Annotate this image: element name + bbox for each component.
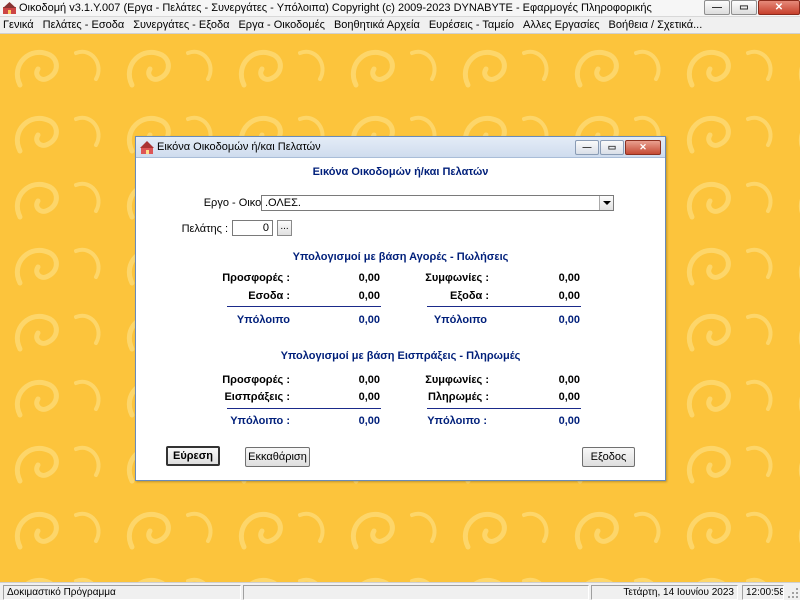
project-select[interactable]: .ΟΛΕΣ. [261,195,614,211]
s2-offers-value: 0,00 [358,374,380,386]
customer-lookup-button[interactable]: ... [277,220,292,236]
section1-heading: Υπολογισμοί με βάση Αγορές - Πωλήσεις [292,251,509,263]
status-message: Δοκιμαστικό Πρόγραμμα [3,585,241,600]
minimize-button[interactable]: — [704,0,730,15]
menu-help-about[interactable]: Βοήθεια / Σχετικά... [606,17,706,33]
customer-label: Πελάτης : [181,223,228,235]
s1-right-balance-label: Υπόλοιπο [433,314,487,326]
s2-receipts-value: 0,00 [358,391,380,403]
s1-agreements-label: Συμφωνίες : [425,272,489,284]
s1-right-balance-value: 0,00 [558,314,580,326]
dialog-close-button[interactable]: ✕ [625,140,661,155]
app-title-bar[interactable]: Οικοδομή v3.1.Y.007 (Εργα - Πελάτες - Συ… [0,0,800,17]
menu-bar: Γενικά Πελάτες - Εσοδα Συνεργάτες - Εξοδ… [0,17,800,34]
s2-right-divider [427,408,581,409]
maximize-button[interactable]: ▭ [731,0,757,15]
s2-offers-label: Προσφορές : [222,374,290,386]
menu-other-tasks[interactable]: Αλλες Εργασίες [520,17,603,33]
resize-grip-icon[interactable] [787,587,799,599]
s1-income-value: 0,00 [358,290,380,302]
status-date: Τετάρτη, 14 Ιουνίου 2023 [591,585,738,600]
s1-expenses-label: Εξοδα : [450,290,489,302]
s1-left-balance-label: Υπόλοιπο [236,314,290,326]
menu-search-cashier[interactable]: Ευρέσεις - Ταμείο [426,17,517,33]
app-title: Οικοδομή v3.1.Y.007 (Εργα - Πελάτες - Συ… [19,2,652,14]
s2-left-balance-label: Υπόλοιπο : [230,415,290,427]
customer-code-input[interactable]: 0 [232,220,273,236]
s2-right-balance-label: Υπόλοιπο : [427,415,487,427]
dialog-icon [140,141,154,154]
close-icon: ✕ [639,142,647,152]
dialog-title: Εικόνα Οικοδομών ή/και Πελατών [157,141,321,153]
section2-heading: Υπολογισμοί με βάση Εισπράξεις - Πληρωμέ… [280,350,521,362]
clear-button[interactable]: Εκκαθάριση [245,447,310,467]
menu-partners-expenses[interactable]: Συνεργάτες - Εξοδα [130,17,232,33]
status-bar: Δοκιμαστικό Πρόγραμμα Τετάρτη, 14 Ιουνίο… [0,582,800,600]
s2-right-balance-value: 0,00 [558,415,580,427]
menu-projects-buildings[interactable]: Εργα - Οικοδομές [235,17,328,33]
search-button[interactable]: Εύρεση [166,446,220,466]
s1-offers-value: 0,00 [358,272,380,284]
chevron-down-icon[interactable] [599,196,613,210]
s1-right-divider [427,306,581,307]
maximize-icon: ▭ [607,142,617,152]
s2-left-divider [227,408,381,409]
menu-general[interactable]: Γενικά [0,17,37,33]
close-button[interactable]: ✕ [758,0,800,15]
s1-left-balance-value: 0,00 [358,314,380,326]
dialog-maximize-button[interactable]: ▭ [600,140,624,155]
s1-income-label: Εσοδα : [248,290,290,302]
dialog-title-bar[interactable]: Εικόνα Οικοδομών ή/και Πελατών — ▭ ✕ [136,137,665,158]
s1-agreements-value: 0,00 [558,272,580,284]
s1-expenses-value: 0,00 [558,290,580,302]
dialog-heading: Εικόνα Οικοδομών ή/και Πελατών [312,166,489,178]
dialog-minimize-button[interactable]: — [575,140,599,155]
menu-auxiliary-files[interactable]: Βοηθητικά Αρχεία [331,17,423,33]
s2-payments-value: 0,00 [558,391,580,403]
status-empty-panel [243,585,589,600]
s2-left-balance-value: 0,00 [358,415,380,427]
s1-left-divider [227,306,381,307]
s2-agreements-value: 0,00 [558,374,580,386]
s2-agreements-label: Συμφωνίες : [425,374,489,386]
minimize-icon: — [712,2,722,13]
project-value: .ΟΛΕΣ. [265,197,301,209]
menu-customers-income[interactable]: Πελάτες - Εσοδα [40,17,128,33]
app-icon [3,2,16,14]
s2-payments-label: Πληρωμές : [427,391,489,403]
status-time: 12:00:58 [742,585,784,600]
exit-button[interactable]: Εξοδος [582,447,635,467]
overview-dialog: Εικόνα Οικοδομών ή/και Πελατών — ▭ ✕ Εικ… [135,136,666,481]
close-icon: ✕ [774,2,784,13]
s2-receipts-label: Εισπράξεις : [224,391,290,403]
s1-offers-label: Προσφορές : [222,272,290,284]
minimize-icon: — [582,142,592,152]
maximize-icon: ▭ [739,2,749,13]
